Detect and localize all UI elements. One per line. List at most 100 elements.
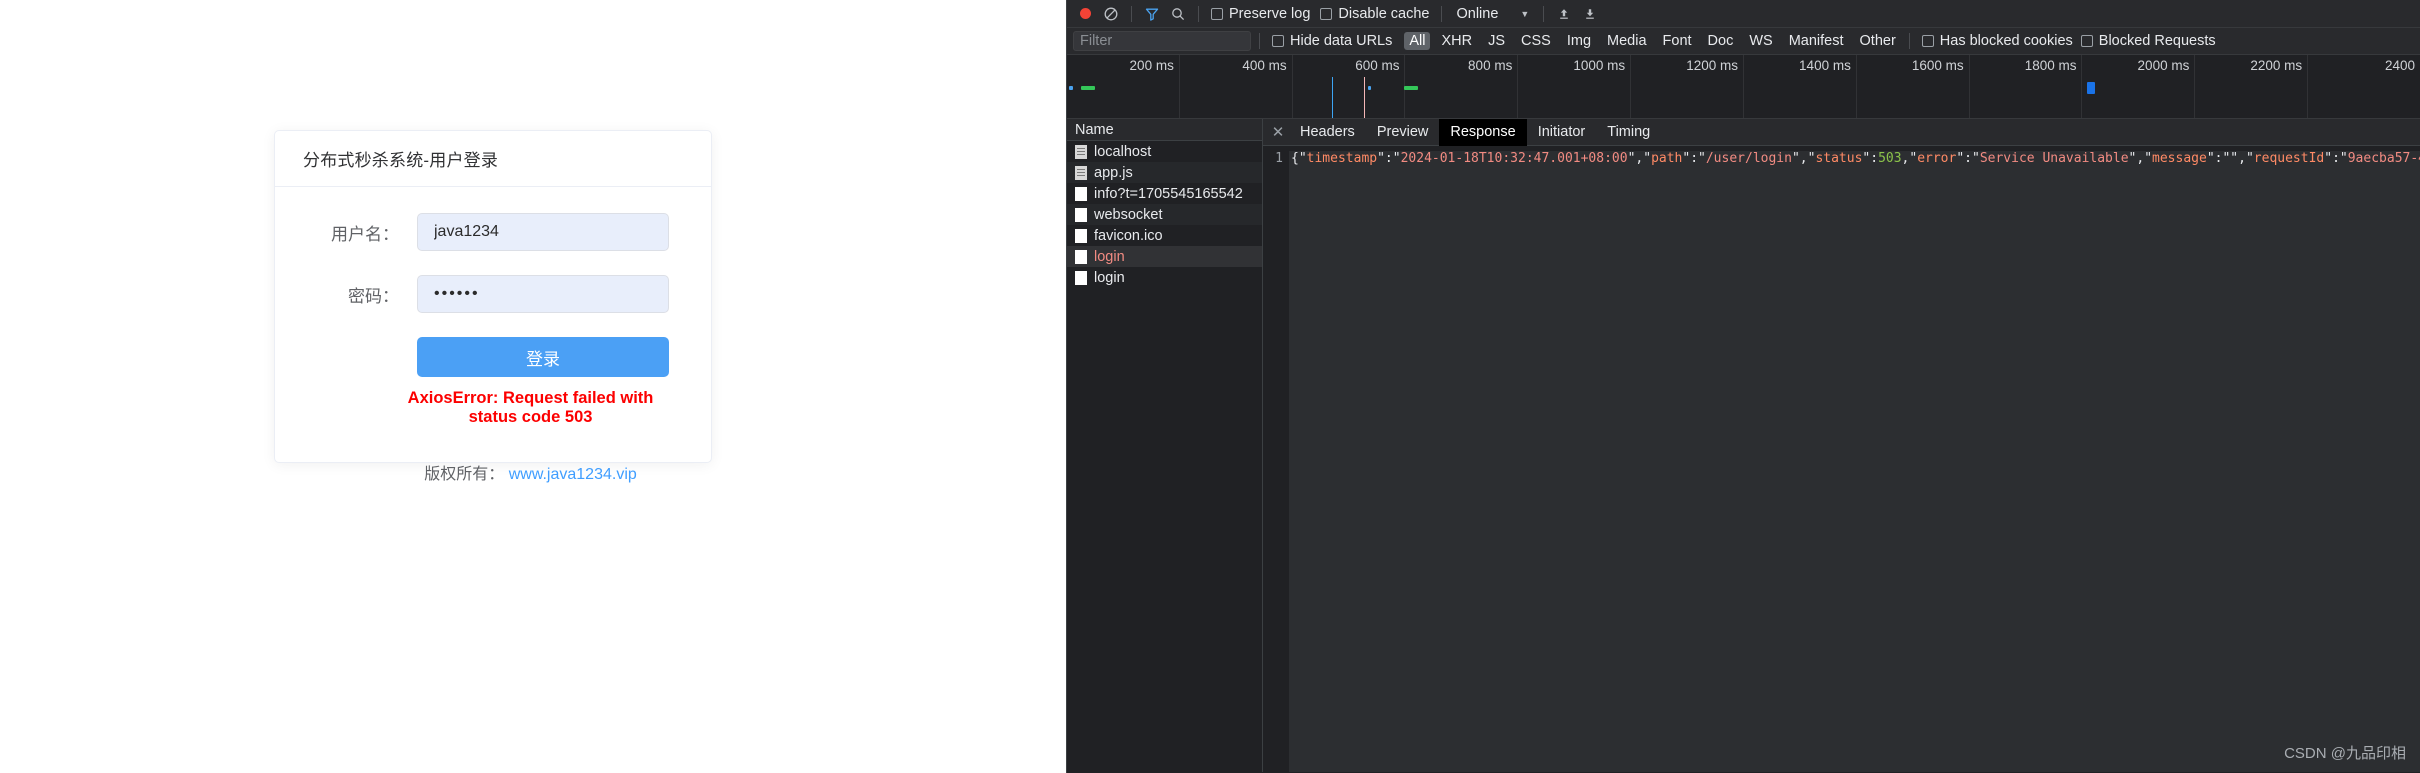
timeline-tick: 800 ms bbox=[1406, 55, 1519, 118]
login-button-row: 登录 bbox=[275, 337, 679, 377]
json-token: status bbox=[1815, 151, 1863, 166]
json-token: ":" bbox=[1682, 151, 1706, 166]
type-filter-all[interactable]: All bbox=[1404, 32, 1431, 50]
json-token: error bbox=[1917, 151, 1957, 166]
disable-cache-checkbox[interactable]: Disable cache bbox=[1316, 6, 1433, 22]
type-filter-ws[interactable]: WS bbox=[1744, 32, 1777, 50]
type-filter-xhr[interactable]: XHR bbox=[1436, 32, 1477, 50]
document-icon bbox=[1075, 165, 1087, 180]
json-token: "," bbox=[2128, 151, 2153, 166]
dom-content-loaded-line bbox=[1332, 77, 1333, 118]
network-filter-bar: Hide data URLs All XHR JS CSS Img Media Font Do… bbox=[1067, 28, 2420, 55]
generic-file-icon bbox=[1075, 207, 1087, 222]
detail-tabs: Headers Preview Response Initiator Timing bbox=[1289, 118, 1661, 146]
request-detail-pane: ✕ Headers Preview Response Initiator Timing … bbox=[1263, 118, 2420, 772]
timeline-tick: 2000 ms bbox=[2083, 55, 2196, 118]
preserve-log-label: Preserve log bbox=[1229, 5, 1311, 22]
toolbar-divider-1 bbox=[1131, 5, 1132, 22]
generic-file-icon bbox=[1075, 249, 1087, 264]
resource-type-filters: All XHR JS CSS Img Media Font Doc WS Manifest Othe… bbox=[1404, 32, 1900, 50]
json-token: 9aecba57-4 bbox=[2347, 151, 2420, 166]
type-filter-img[interactable]: Img bbox=[1562, 32, 1596, 50]
type-filter-font[interactable]: Font bbox=[1658, 32, 1697, 50]
overview-request-bar bbox=[1368, 86, 1371, 90]
json-token: ," bbox=[1901, 151, 1918, 166]
hide-data-urls-checkbox[interactable]: Hide data URLs bbox=[1268, 33, 1396, 49]
devtools-network-panel: Preserve log Disable cache Online ▼ Filt… bbox=[1066, 0, 2420, 773]
copyright-link[interactable]: www.java1234.vip bbox=[509, 466, 637, 483]
search-icon[interactable] bbox=[1166, 3, 1190, 25]
json-token: ":" bbox=[1377, 151, 1401, 166]
watermark: CSDN @九品印相 bbox=[2284, 745, 2406, 762]
network-overview-timeline[interactable]: 200 ms 400 ms 600 ms 800 ms 1000 ms 1200 ms 14… bbox=[1067, 55, 2420, 119]
has-blocked-cookies-label: Has blocked cookies bbox=[1939, 33, 2073, 49]
response-content: 1 {"timestamp":"2024-01-18T10:32:47.001+… bbox=[1263, 146, 2420, 772]
blocked-requests-checkbox[interactable]: Blocked Requests bbox=[2077, 33, 2220, 49]
clear-icon[interactable] bbox=[1099, 3, 1123, 25]
request-row[interactable]: info?t=1705545165542 bbox=[1067, 183, 1262, 204]
request-row[interactable]: websocket bbox=[1067, 204, 1262, 225]
request-row[interactable]: localhost bbox=[1067, 141, 1262, 162]
timeline-tick: 1400 ms bbox=[1744, 55, 1857, 118]
tab-timing[interactable]: Timing bbox=[1596, 119, 1661, 146]
username-input[interactable] bbox=[417, 213, 669, 251]
json-token: path bbox=[1651, 151, 1683, 166]
record-icon[interactable] bbox=[1073, 3, 1097, 25]
timeline-tick-label: 1600 ms bbox=[1911, 58, 1964, 73]
load-event-line bbox=[1364, 77, 1365, 118]
type-filter-css[interactable]: CSS bbox=[1516, 32, 1556, 50]
request-name: info?t=1705545165542 bbox=[1094, 185, 1243, 202]
timeline-tick-label: 800 ms bbox=[1468, 58, 1513, 73]
copyright: 版权所有： www.java1234.vip bbox=[382, 460, 679, 484]
tab-headers[interactable]: Headers bbox=[1289, 119, 1366, 146]
request-row[interactable]: favicon.ico bbox=[1067, 225, 1262, 246]
request-list-header: Name bbox=[1067, 119, 1262, 141]
generic-file-icon bbox=[1075, 270, 1087, 285]
timeline-tick: 1600 ms bbox=[1857, 55, 1970, 118]
timeline-tick-label: 400 ms bbox=[1242, 58, 1287, 73]
request-name: websocket bbox=[1094, 206, 1163, 223]
preserve-log-checkbox[interactable]: Preserve log bbox=[1207, 6, 1314, 22]
overview-request-bar bbox=[2087, 82, 2095, 94]
type-filter-other[interactable]: Other bbox=[1855, 32, 1901, 50]
tab-initiator[interactable]: Initiator bbox=[1527, 119, 1597, 146]
json-token: message bbox=[2152, 151, 2207, 166]
json-token: requestId bbox=[2253, 151, 2325, 166]
request-row[interactable]: login bbox=[1067, 267, 1262, 288]
timeline-tick: 600 ms bbox=[1293, 55, 1406, 118]
request-name: app.js bbox=[1094, 164, 1133, 181]
filter-icon[interactable] bbox=[1140, 3, 1164, 25]
import-har-icon[interactable] bbox=[1552, 3, 1576, 25]
throttling-dropdown[interactable]: Online ▼ bbox=[1450, 6, 1535, 22]
detail-tab-bar: ✕ Headers Preview Response Initiator Timing bbox=[1263, 118, 2420, 146]
timeline-tick-label: 2400 bbox=[2384, 58, 2415, 73]
json-token: 503 bbox=[1878, 151, 1902, 166]
tab-preview[interactable]: Preview bbox=[1366, 119, 1440, 146]
request-list: Name localhost app.js info?t=1705545165542… bbox=[1067, 119, 1263, 772]
export-har-icon[interactable] bbox=[1578, 3, 1602, 25]
json-token: timestamp bbox=[1306, 151, 1378, 166]
toolbar-divider-4 bbox=[1543, 5, 1545, 22]
type-filter-js[interactable]: JS bbox=[1483, 32, 1510, 50]
password-input[interactable] bbox=[417, 275, 669, 313]
timeline-tick-label: 200 ms bbox=[1129, 58, 1174, 73]
request-row[interactable]: app.js bbox=[1067, 162, 1262, 183]
disable-cache-label: Disable cache bbox=[1338, 5, 1430, 22]
overview-request-bar bbox=[1404, 86, 1418, 90]
close-icon[interactable]: ✕ bbox=[1267, 121, 1289, 143]
type-filter-media[interactable]: Media bbox=[1602, 32, 1652, 50]
json-token: ":" bbox=[2324, 151, 2348, 166]
has-blocked-cookies-checkbox[interactable]: Has blocked cookies bbox=[1918, 33, 2077, 49]
login-button[interactable]: 登录 bbox=[417, 337, 669, 377]
generic-file-icon bbox=[1075, 186, 1087, 201]
tab-response[interactable]: Response bbox=[1439, 118, 1527, 146]
request-row[interactable]: login bbox=[1067, 246, 1262, 267]
type-filter-doc[interactable]: Doc bbox=[1703, 32, 1739, 50]
network-toolbar: Preserve log Disable cache Online ▼ bbox=[1067, 0, 2420, 28]
response-json[interactable]: {"timestamp":"2024-01-18T10:32:47.001+08… bbox=[1289, 151, 2420, 772]
blocked-requests-label: Blocked Requests bbox=[2098, 33, 2216, 49]
filter-input[interactable] bbox=[1073, 31, 1251, 51]
generic-file-icon bbox=[1075, 228, 1087, 243]
chevron-down-icon: ▼ bbox=[1520, 8, 1530, 19]
type-filter-manifest[interactable]: Manifest bbox=[1784, 32, 1849, 50]
